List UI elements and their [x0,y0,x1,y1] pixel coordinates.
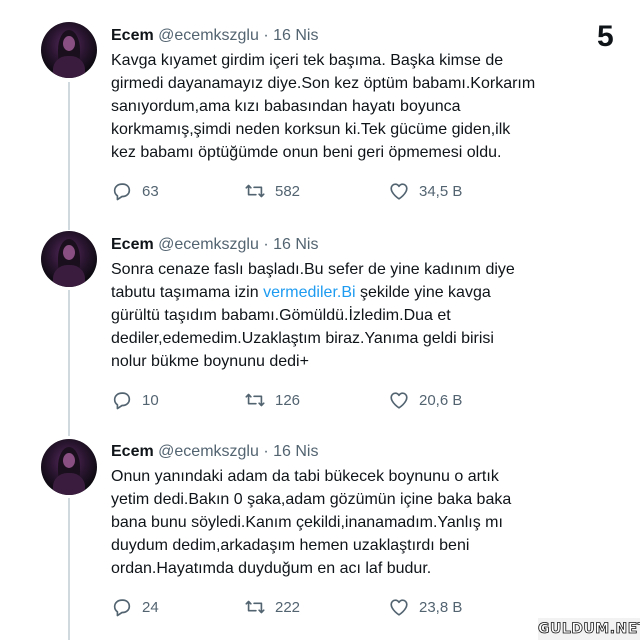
reply-icon [113,392,131,410]
tweet-header: Ecem @ecemkszglu · 16 Nis [111,235,318,255]
reply-icon [113,599,131,617]
tweet-date[interactable]: 16 Nis [273,27,318,44]
reply-button[interactable]: 63 [111,180,159,202]
author-handle[interactable]: @ecemkszglu [158,27,259,44]
avatar[interactable] [41,439,97,495]
tweet-header: Ecem @ecemkszglu · 16 Nis [111,26,318,46]
author-name[interactable]: Ecem [111,27,154,44]
like-button[interactable]: 23,8 B [388,596,462,618]
tweet-text: Onun yanındaki adam da tabi bükecek boyn… [111,468,512,577]
separator: · [263,443,274,460]
reply-button[interactable]: 24 [111,596,159,618]
like-icon [390,599,408,616]
tweet[interactable]: Ecem @ecemkszglu · 16 Nis Onun yanındaki… [0,420,640,640]
like-button[interactable]: 34,5 B [388,180,462,202]
reply-count: 24 [142,598,159,616]
retweet-button[interactable]: 582 [244,180,300,202]
retweet-icon [245,600,265,614]
avatar[interactable] [41,231,97,287]
tweet[interactable]: Ecem @ecemkszglu · 16 Nis Sonra cenaze f… [0,212,640,420]
reply-count: 63 [142,182,159,200]
retweet-count: 126 [275,391,301,409]
retweet-button[interactable]: 222 [244,596,300,618]
reply-count: 10 [142,391,159,409]
site-watermark: GULDUM.NET [538,618,640,640]
tweet-text: Kavga kıyamet girdim içeri tek başıma. B… [111,52,536,161]
retweet-icon [245,184,265,198]
reply-button[interactable]: 10 [111,389,159,411]
author-name[interactable]: Ecem [111,236,154,253]
retweet-button[interactable]: 126 [244,389,300,411]
reply-icon [113,183,131,201]
tweet-date[interactable]: 16 Nis [273,443,318,460]
like-button[interactable]: 20,6 B [388,389,462,411]
retweet-count: 222 [275,598,301,616]
like-count: 34,5 B [419,182,463,200]
tweet-header: Ecem @ecemkszglu · 16 Nis [111,442,318,462]
like-icon [390,392,408,409]
like-icon [390,183,408,200]
author-name[interactable]: Ecem [111,443,154,460]
separator: · [263,27,274,44]
tweet[interactable]: Ecem @ecemkszglu · 16 Nis Kavga kıyamet … [0,0,640,212]
like-count: 20,6 B [419,391,463,409]
author-handle[interactable]: @ecemkszglu [158,236,259,253]
tweet-date[interactable]: 16 Nis [273,236,318,253]
retweet-icon [245,393,265,407]
separator: · [263,236,274,253]
avatar[interactable] [41,22,97,78]
like-count: 23,8 B [419,598,463,616]
tweet-link[interactable]: vermediler.Bi [263,284,355,301]
author-handle[interactable]: @ecemkszglu [158,443,259,460]
retweet-count: 582 [275,182,301,200]
tweet-text: Sonra cenaze faslı başladı.Bu sefer de y… [111,258,561,373]
